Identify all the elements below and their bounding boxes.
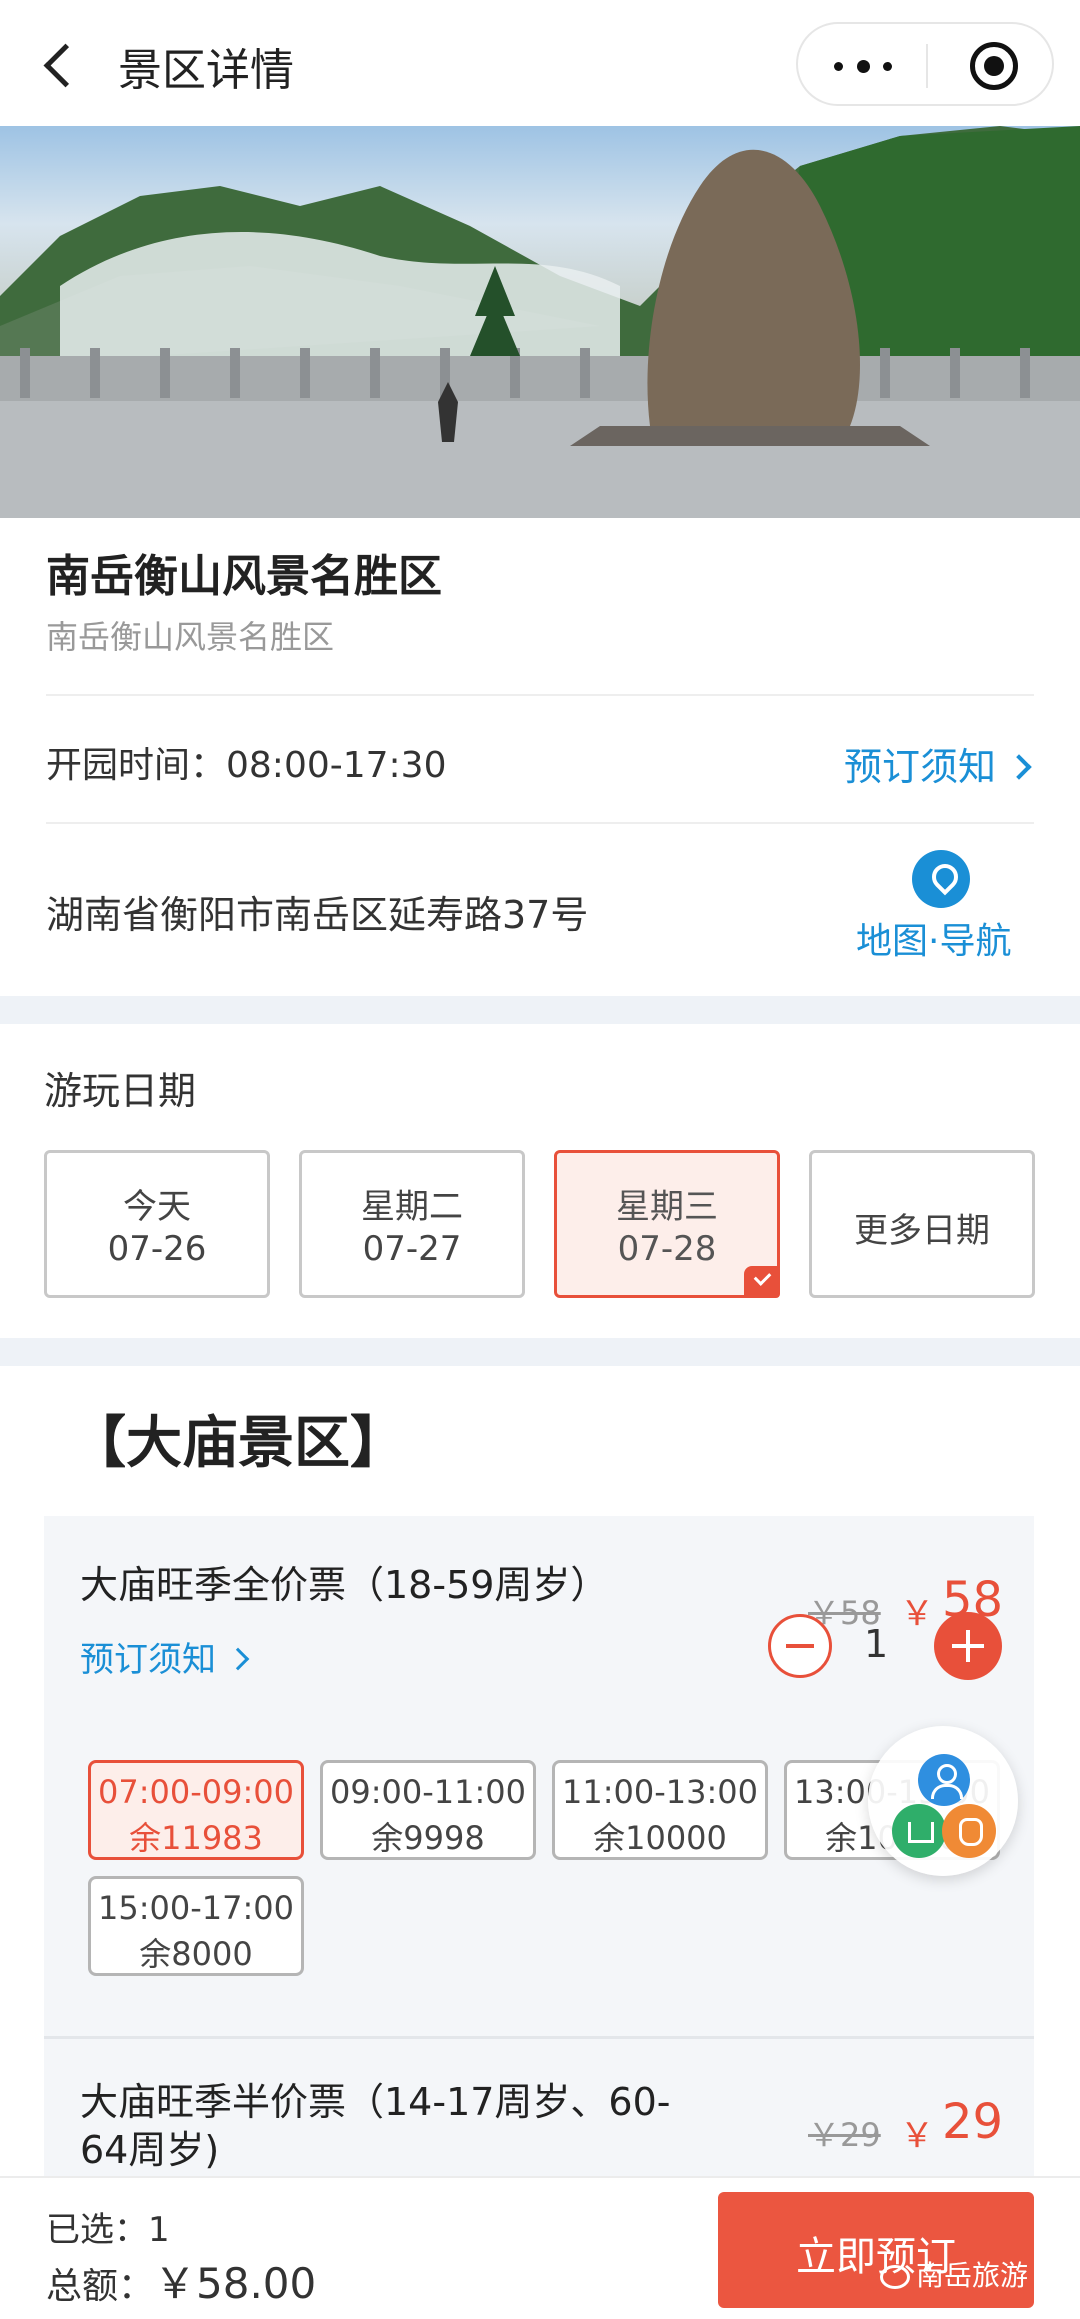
slot-remaining: 余9998 [371, 1819, 485, 1857]
time-slot[interactable]: 07:00-09:00 余11983 [88, 1760, 304, 1860]
slot-time: 09:00-11:00 [330, 1773, 526, 1811]
divider [46, 694, 1034, 696]
bottom-bar: 已选：1 总额：￥58.00 立即预订 南岳旅游 [0, 2176, 1080, 2319]
opening-hours: 开园时间：08:00-17:30 [46, 745, 447, 786]
capsule-divider [926, 44, 928, 88]
divider [44, 2036, 1034, 2039]
back-arrow-icon[interactable] [40, 36, 80, 92]
price-currency: ￥ [900, 1594, 934, 1634]
slot-time: 07:00-09:00 [98, 1773, 294, 1811]
banner-illustration [0, 126, 1080, 518]
more-icon[interactable] [828, 52, 898, 80]
wechat-icon [880, 2265, 910, 2289]
mini-program-capsule [796, 22, 1054, 106]
floating-service-button[interactable] [868, 1726, 1018, 1876]
date-value: 07-28 [617, 1229, 717, 1269]
date-value: 07-27 [362, 1229, 462, 1269]
ticket-notice-link[interactable]: 预订须知 [80, 1632, 250, 1681]
slot-time: 11:00-13:00 [562, 1773, 758, 1811]
bag-icon[interactable] [942, 1804, 996, 1858]
total-value: ￥58.00 [154, 2259, 317, 2308]
slot-remaining: 余11983 [129, 1819, 263, 1857]
page-title: 景区详情 [118, 45, 294, 96]
date-option-tuesday[interactable]: 星期二 07-27 [299, 1150, 525, 1298]
map-navigation-label: 地图·导航 [856, 921, 1012, 962]
time-slot[interactable]: 15:00-17:00 余8000 [88, 1876, 304, 1976]
scenic-subtitle: 南岳衡山风景名胜区 [46, 618, 335, 656]
current-price: 29 [942, 2094, 1004, 2150]
more-dates-label: 更多日期 [854, 1211, 990, 1251]
chevron-right-icon [1006, 754, 1032, 780]
scenic-banner-image [0, 126, 1080, 518]
date-weekday: 今天 [123, 1187, 191, 1227]
booking-notice-link[interactable]: 预订须知 [843, 736, 1032, 791]
selected-count: 已选：1 [46, 2210, 170, 2250]
play-date-label: 游玩日期 [44, 1069, 197, 1113]
watermark: 南岳旅游 [880, 2254, 1028, 2294]
selected-check-icon [744, 1266, 780, 1298]
user-icon[interactable] [918, 1754, 970, 1806]
time-slot[interactable]: 09:00-11:00 余9998 [320, 1760, 536, 1860]
time-slot[interactable]: 11:00-13:00 余10000 [552, 1760, 768, 1860]
quantity-value: 1 [864, 1622, 889, 1666]
original-price: ￥29 [808, 2116, 881, 2154]
area-title: 【大庙景区】 [70, 1411, 406, 1476]
ticket-name: 大庙旺季半价票（14-17周岁、60-64周岁) [80, 2080, 671, 2172]
section-gap [0, 996, 1080, 1024]
section-gap [0, 1338, 1080, 1366]
price-currency: ￥ [900, 2116, 934, 2156]
total-label: 总额： [46, 2266, 155, 2307]
ticket-name: 大庙旺季全价票（18-59周岁） [80, 1563, 609, 1607]
total-amount: 总额：￥58.00 [46, 2250, 316, 2311]
date-weekday: 星期二 [361, 1187, 463, 1227]
divider [46, 822, 1034, 824]
watermark-label: 南岳旅游 [916, 2259, 1029, 2292]
decrease-quantity-button[interactable] [768, 1614, 832, 1678]
close-mini-program-icon[interactable] [970, 42, 1018, 90]
more-dates-button[interactable]: 更多日期 [809, 1150, 1035, 1298]
scenic-address: 湖南省衡阳市南岳区延寿路37号 [46, 893, 589, 937]
ticket-notice-label: 预订须知 [80, 1640, 216, 1680]
booking-notice-label: 预订须知 [843, 745, 996, 789]
slot-time: 15:00-17:00 [98, 1889, 294, 1927]
home-icon[interactable] [892, 1804, 946, 1858]
nav-bar: 景区详情 [0, 0, 1080, 126]
map-navigation-button[interactable]: 地图·导航 [850, 850, 1030, 962]
date-value: 07-26 [107, 1229, 207, 1269]
date-option-today[interactable]: 今天 07-26 [44, 1150, 270, 1298]
scenic-name: 南岳衡山风景名胜区 [46, 551, 442, 602]
date-weekday: 星期三 [616, 1187, 718, 1227]
slot-remaining: 余8000 [139, 1935, 253, 1973]
date-option-wednesday[interactable]: 星期三 07-28 [554, 1150, 780, 1298]
slot-remaining: 余10000 [593, 1819, 727, 1857]
location-pin-icon [912, 850, 970, 908]
increase-quantity-button[interactable] [934, 1612, 1002, 1680]
chevron-right-icon [226, 1647, 250, 1671]
